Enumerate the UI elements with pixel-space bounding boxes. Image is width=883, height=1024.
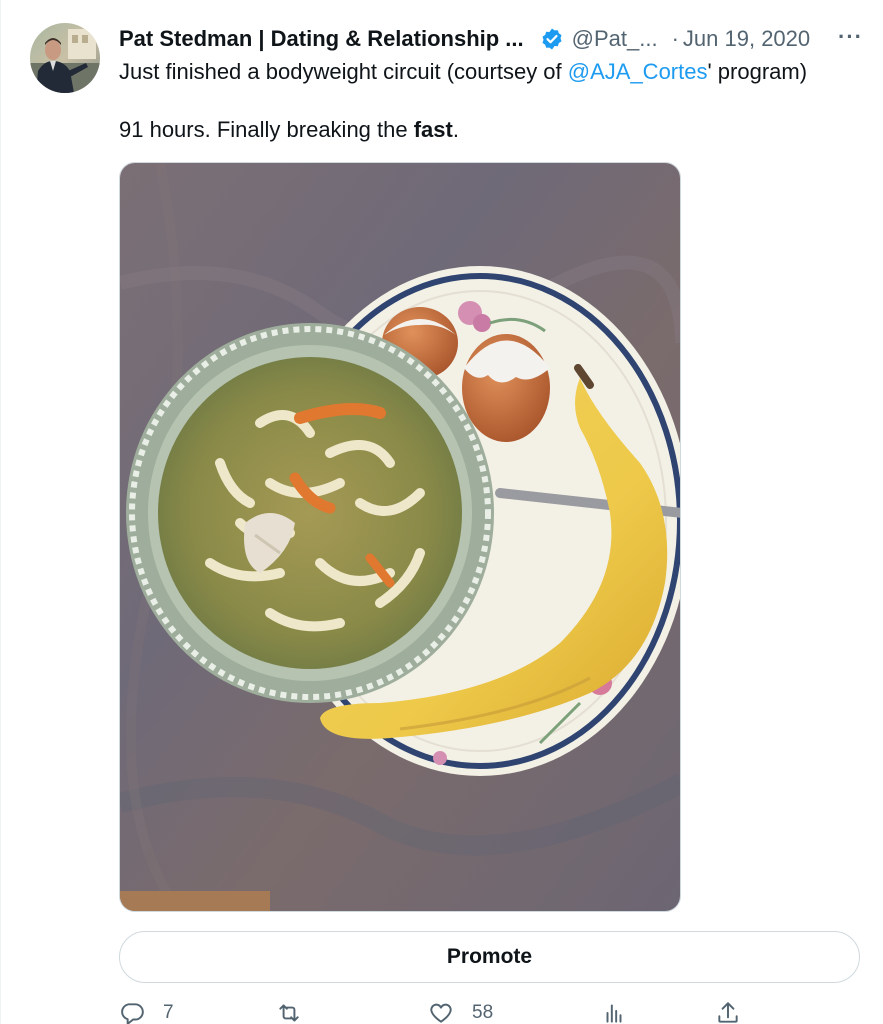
author-display-name[interactable]: Pat Stedman | Dating & Relationship ... [119,26,524,52]
more-icon[interactable]: ··· [838,24,863,50]
author-handle[interactable]: @Pat_... [572,26,658,52]
tweet-date[interactable]: Jun 19, 2020 [683,26,810,52]
header-separator: · [671,26,679,51]
mention-link[interactable]: @AJA_Cortes [568,59,708,84]
reply-button[interactable]: 7 [119,1000,174,1024]
verified-badge-icon [540,27,564,51]
tweet-text: Just finished a bodyweight circuit (cour… [119,57,859,145]
tweet-photo[interactable] [119,162,681,912]
avatar[interactable] [30,23,100,93]
reply-icon [121,1003,144,1024]
like-count: 58 [472,1002,494,1023]
tweet-text-line-2-suffix: . [452,117,459,142]
tweet-text-suffix: ' program) [707,59,808,84]
avatar-image [30,23,100,93]
tweet-text-prefix: Just finished a bodyweight circuit (cour… [119,59,568,84]
tweet-text-bold-word: fast [413,117,453,142]
views-button[interactable] [601,1000,645,1024]
views-icon [606,1004,622,1023]
retweet-icon [279,1004,299,1022]
reply-count: 7 [163,1002,174,1023]
tweet-text-line-2: 91 hours. Finally breaking the fast. [119,115,859,145]
tweet-text-line-1: Just finished a bodyweight circuit (cour… [119,57,859,87]
food-photo-image [120,163,680,911]
retweet-button[interactable] [276,1000,320,1024]
tweet-header: Pat Stedman | Dating & Relationship ... … [119,24,863,54]
tweet-card: Pat Stedman | Dating & Relationship ... … [0,0,883,1024]
promote-button[interactable]: Promote [119,931,860,983]
heart-icon [430,1003,452,1023]
tweet-text-line-2-prefix: 91 hours. Finally breaking the [119,117,414,142]
like-button[interactable]: 58 [428,1000,493,1024]
tweet-action-bar: 7 58 [119,1000,859,1024]
share-icon [718,1002,738,1023]
share-button[interactable] [715,1000,759,1024]
